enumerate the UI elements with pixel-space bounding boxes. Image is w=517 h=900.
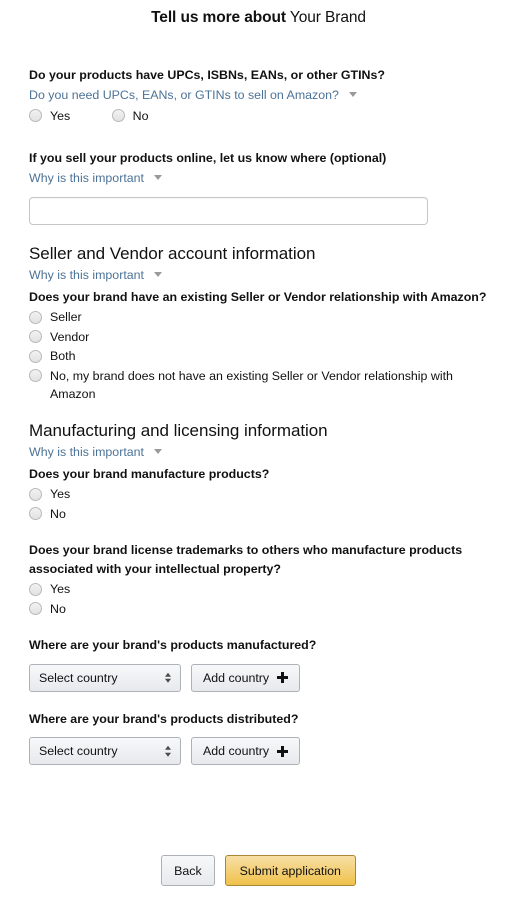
form-content: Do your products have UPCs, ISBNs, EANs,… <box>29 66 489 765</box>
add-distributed-country-label: Add country <box>203 744 270 758</box>
radio-icon[interactable] <box>29 109 42 122</box>
plus-icon <box>277 745 289 757</box>
gtin-help-link[interactable]: Do you need UPCs, EANs, or GTINs to sell… <box>29 86 489 104</box>
gtin-option-no[interactable]: No <box>111 107 149 126</box>
license-option-yes[interactable]: Yes <box>29 580 489 599</box>
seller-vendor-option-both-label: Both <box>50 349 76 363</box>
online-sales-input[interactable] <box>29 196 428 225</box>
gtin-section: Do your products have UPCs, ISBNs, EANs,… <box>29 66 489 125</box>
gtin-radio-group: Yes No <box>29 106 489 126</box>
online-sales-help-link[interactable]: Why is this important <box>29 169 489 187</box>
page-title: Tell us more about Your Brand <box>0 0 517 27</box>
license-option-no-label: No <box>50 601 66 616</box>
manufactured-where-label: Where are your brand's products manufact… <box>29 638 317 652</box>
manufacturing-heading: Manufacturing and licensing information <box>29 420 328 440</box>
online-sales-question: If you sell your products online, let us… <box>29 151 387 165</box>
gtin-help-link-label: Do you need UPCs, EANs, or GTINs to sell… <box>29 87 339 102</box>
seller-vendor-section: Seller and Vendor account information Wh… <box>29 243 489 404</box>
radio-icon[interactable] <box>29 602 42 615</box>
manufacturing-help-link[interactable]: Why is this important <box>29 443 489 461</box>
seller-vendor-option-seller[interactable]: Seller <box>29 308 489 327</box>
seller-vendor-help-link[interactable]: Why is this important <box>29 266 489 284</box>
distributed-where-label: Where are your brand's products distribu… <box>29 711 299 726</box>
plus-icon <box>277 672 289 683</box>
chevron-down-icon <box>154 174 163 180</box>
seller-vendor-option-none-label: No, my brand does not have an existing S… <box>50 368 453 402</box>
license-question: Does your brand license trademarks to ot… <box>29 543 463 576</box>
manufactured-country-row: Select country Add country <box>29 663 489 692</box>
manufacture-option-no-label: No <box>50 506 66 521</box>
radio-icon[interactable] <box>29 582 42 596</box>
form-footer: Back Submit application <box>0 855 517 886</box>
manufacturing-section: Manufacturing and licensing information … <box>29 420 489 765</box>
radio-icon[interactable] <box>29 349 42 363</box>
chevron-down-icon <box>154 271 163 277</box>
gtin-option-yes-label: Yes <box>50 108 71 123</box>
page-title-regular: Your Brand <box>289 9 366 26</box>
online-sales-section: If you sell your products online, let us… <box>29 149 489 225</box>
manufacture-option-yes[interactable]: Yes <box>29 485 489 504</box>
gtin-option-no-label: No <box>132 108 149 123</box>
license-option-yes-label: Yes <box>50 582 71 596</box>
license-option-no[interactable]: No <box>29 600 489 619</box>
manufacture-option-no[interactable]: No <box>29 505 489 524</box>
add-distributed-country-button[interactable]: Add country <box>191 737 301 765</box>
radio-icon[interactable] <box>111 109 125 122</box>
radio-icon[interactable] <box>29 330 42 343</box>
radio-icon[interactable] <box>29 310 42 324</box>
seller-vendor-option-both[interactable]: Both <box>29 347 489 366</box>
manufactured-country-select-wrap: Select country <box>29 663 181 692</box>
submit-application-button[interactable]: Submit application <box>224 855 356 886</box>
seller-vendor-option-vendor-label: Vendor <box>50 329 90 344</box>
gtin-option-yes[interactable]: Yes <box>29 107 70 126</box>
distributed-country-select[interactable]: Select country <box>29 737 181 765</box>
radio-icon[interactable] <box>29 369 42 382</box>
seller-vendor-question: Does your brand have an existing Seller … <box>29 289 487 304</box>
seller-vendor-help-link-label: Why is this important <box>29 267 144 282</box>
chevron-down-icon <box>349 91 358 97</box>
seller-vendor-option-vendor[interactable]: Vendor <box>29 328 489 347</box>
radio-icon[interactable] <box>29 487 42 501</box>
radio-icon[interactable] <box>29 507 42 520</box>
gtin-question: Do your products have UPCs, ISBNs, EANs,… <box>29 68 385 82</box>
manufacture-question: Does your brand manufacture products? <box>29 466 270 481</box>
license-radio-group: Yes No <box>29 580 489 618</box>
back-button[interactable]: Back <box>161 855 215 886</box>
page-title-bold: Tell us more about <box>151 9 286 26</box>
manufacturing-help-link-label: Why is this important <box>29 444 144 459</box>
online-sales-help-link-label: Why is this important <box>29 170 144 185</box>
add-manufactured-country-label: Add country <box>203 670 270 685</box>
manufactured-country-select[interactable]: Select country <box>29 663 181 692</box>
chevron-down-icon <box>154 448 163 454</box>
manufacture-option-yes-label: Yes <box>50 487 71 501</box>
add-manufactured-country-button[interactable]: Add country <box>191 663 301 692</box>
seller-vendor-radio-group: Seller Vendor Both No, my brand does not… <box>29 308 489 404</box>
distributed-country-select-wrap: Select country <box>29 737 181 765</box>
seller-vendor-heading: Seller and Vendor account information <box>29 243 316 263</box>
seller-vendor-option-none[interactable]: No, my brand does not have an existing S… <box>29 367 489 404</box>
brand-application-page: Tell us more about Your Brand Do your pr… <box>0 0 517 900</box>
seller-vendor-option-seller-label: Seller <box>50 310 82 324</box>
distributed-country-row: Select country Add country <box>29 737 489 765</box>
manufacture-radio-group: Yes No <box>29 485 489 523</box>
